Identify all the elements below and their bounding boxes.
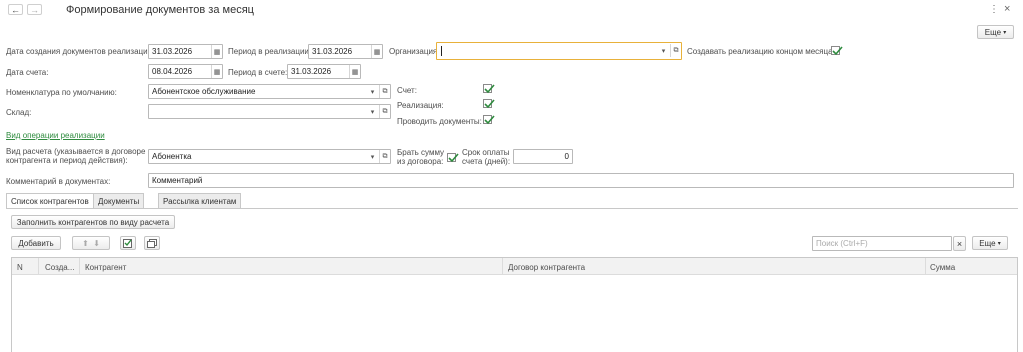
invoice-period-value: 31.03.2026 <box>291 67 332 76</box>
add-button-label: Добавить <box>18 238 54 248</box>
invoice-period-label: Период в счете: <box>228 68 288 77</box>
realization-check-label: Реализация: <box>397 101 444 110</box>
fill-counterparties-button[interactable]: Заполнить контрагентов по виду расчета <box>11 215 175 229</box>
search-placeholder: Поиск (Ctrl+F) <box>816 239 868 248</box>
comment-label: Комментарий в документах: <box>6 177 111 186</box>
column-header-created[interactable]: Созда... <box>45 263 74 273</box>
invoice-date-field[interactable]: 08.04.2026 ▦ <box>148 64 223 79</box>
more-button-label: Еще <box>984 27 1002 37</box>
page-title: Формирование документов за месяц <box>66 4 254 16</box>
tab-client-mailing[interactable]: Рассылка клиентам <box>158 193 242 208</box>
text-cursor <box>441 46 442 56</box>
back-button[interactable]: ← <box>8 4 23 15</box>
post-documents-label: Проводить документы: <box>397 117 482 126</box>
default-nomenclature-value: Абонентское обслуживание <box>152 87 256 96</box>
search-input[interactable]: Поиск (Ctrl+F) <box>812 236 952 251</box>
chevron-down-icon[interactable]: ▾ <box>367 150 378 163</box>
payment-term-value: 0 <box>564 152 569 161</box>
open-link-icon[interactable]: ⧉ <box>379 105 390 118</box>
operation-type-link[interactable]: Вид операции реализации <box>6 131 105 141</box>
invoice-checkbox[interactable] <box>483 84 495 94</box>
more-button-label: Еще <box>979 238 996 248</box>
take-sum-label-line2: из договора: <box>397 157 444 166</box>
search-clear-button[interactable]: × <box>953 236 966 251</box>
open-link-icon[interactable]: ⧉ <box>379 150 390 163</box>
fill-button-label: Заполнить контрагентов по виду расчета <box>16 217 170 227</box>
column-header-n[interactable]: N <box>17 263 23 273</box>
checkmark-icon <box>448 153 459 163</box>
organization-label: Организация: <box>389 47 440 56</box>
column-divider <box>79 258 80 275</box>
dropdown-arrow-icon: ▾ <box>997 240 1001 247</box>
column-header-counterparty[interactable]: Контрагент <box>85 263 126 273</box>
warehouse-label: Склад: <box>6 108 32 117</box>
tab-counterparties[interactable]: Список контрагентов <box>6 193 94 209</box>
realization-checkbox[interactable] <box>483 99 495 109</box>
column-divider <box>925 258 926 275</box>
doc-date-field[interactable]: 31.03.2026 ▦ <box>148 44 223 59</box>
open-link-icon[interactable]: ⧉ <box>379 85 390 98</box>
tabs-divider <box>6 208 1018 209</box>
calendar-icon[interactable]: ▦ <box>211 45 222 58</box>
column-divider <box>502 258 503 275</box>
realization-period-label: Период в реализации: <box>228 47 312 56</box>
checkmark-icon <box>484 115 495 125</box>
warehouse-field[interactable]: ▾ ⧉ <box>148 104 391 119</box>
add-button[interactable]: Добавить <box>11 236 61 250</box>
column-header-contract[interactable]: Договор контрагента <box>508 263 585 273</box>
calc-type-label-line2: контрагента и период действия): <box>6 156 128 165</box>
default-nomenclature-label: Номенклатура по умолчанию: <box>6 88 117 97</box>
invoice-check-label: Счет: <box>397 86 417 95</box>
column-divider <box>38 258 39 275</box>
create-at-month-end-label: Создавать реализацию концом месяца: <box>687 47 835 56</box>
organization-field[interactable]: ▾ ⧉ <box>436 42 682 60</box>
close-icon: × <box>956 238 963 249</box>
check-all-button[interactable] <box>120 236 136 250</box>
header-more-button[interactable]: Еще ▾ <box>977 25 1014 39</box>
dropdown-arrow-icon: ▾ <box>1003 29 1007 36</box>
checkmark-icon <box>484 84 495 94</box>
calendar-icon[interactable]: ▦ <box>349 65 360 78</box>
payment-term-label-line2: счета (дней): <box>462 157 511 166</box>
doc-date-label: Дата создания документов реализации: <box>6 47 155 56</box>
post-documents-checkbox[interactable] <box>483 115 495 125</box>
copy-button[interactable] <box>144 236 160 250</box>
tab-documents[interactable]: Документы <box>93 193 145 208</box>
invoice-date-value: 08.04.2026 <box>152 67 193 76</box>
invoice-date-label: Дата счета: <box>6 68 49 77</box>
copy-icon <box>147 238 157 248</box>
realization-period-value: 31.03.2026 <box>312 47 353 56</box>
chevron-down-icon[interactable]: ▾ <box>658 44 669 57</box>
calendar-icon[interactable]: ▦ <box>211 65 222 78</box>
calendar-icon[interactable]: ▦ <box>371 45 382 58</box>
check-all-icon <box>123 238 132 248</box>
realization-period-field[interactable]: 31.03.2026 ▦ <box>308 44 383 59</box>
arrow-right-icon: → <box>30 4 39 15</box>
doc-date-value: 31.03.2026 <box>152 47 193 56</box>
create-at-month-end-checkbox[interactable] <box>831 46 843 56</box>
comment-field[interactable]: Комментарий <box>148 173 1014 188</box>
calc-type-field[interactable]: Абонентка ▾ ⧉ <box>148 149 391 164</box>
chevron-down-icon[interactable]: ▾ <box>367 85 378 98</box>
open-link-icon[interactable]: ⧉ <box>670 44 681 57</box>
arrow-left-icon: ← <box>11 4 20 15</box>
arrow-down-icon[interactable]: ⬇ <box>93 239 100 248</box>
move-buttons[interactable]: ⬆ ⬇ <box>72 236 110 250</box>
checkmark-icon <box>484 99 495 109</box>
panel-more-button[interactable]: Еще ▾ <box>972 236 1008 250</box>
arrow-up-icon[interactable]: ⬆ <box>82 239 89 248</box>
close-icon[interactable]: × <box>1004 3 1010 15</box>
checkmark-icon <box>832 46 843 56</box>
invoice-period-field[interactable]: 31.03.2026 ▦ <box>287 64 361 79</box>
payment-term-field[interactable]: 0 <box>513 149 573 164</box>
chevron-down-icon[interactable]: ▾ <box>367 105 378 118</box>
calc-type-value: Абонентка <box>152 152 192 161</box>
forward-button[interactable]: → <box>27 4 42 15</box>
column-header-sum[interactable]: Сумма <box>930 263 955 273</box>
comment-value: Комментарий <box>152 176 203 185</box>
take-sum-checkbox[interactable] <box>447 153 459 163</box>
default-nomenclature-field[interactable]: Абонентское обслуживание ▾ ⧉ <box>148 84 391 99</box>
more-actions-icon[interactable]: ⋮ <box>989 4 999 15</box>
